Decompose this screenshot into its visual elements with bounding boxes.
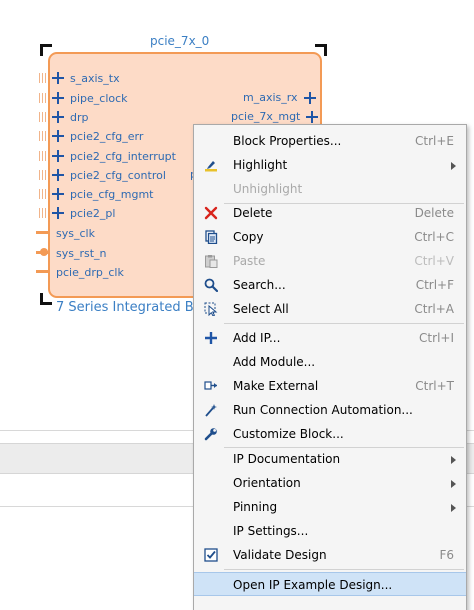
expand-plus-icon[interactable] (303, 91, 316, 104)
wrench-icon (204, 427, 218, 441)
interface-stub (39, 170, 47, 180)
submenu-arrow-icon (451, 162, 456, 170)
interface-port[interactable]: pcie2_cfg_control (52, 166, 166, 184)
search-icon (204, 278, 218, 292)
paste-icon (204, 254, 218, 268)
menu-item-customize-block[interactable]: Customize Block... (194, 422, 466, 446)
block-instance-name: pcie_7x_0 (150, 34, 210, 48)
expand-plus-icon[interactable] (52, 72, 64, 84)
menu-item-pinning[interactable]: Pinning (194, 495, 466, 519)
expand-plus-icon[interactable] (52, 169, 64, 181)
expand-plus-icon[interactable] (52, 92, 64, 104)
interface-port[interactable]: pipe_clock (52, 89, 128, 107)
interface-port[interactable]: pcie2_pl (52, 204, 115, 222)
submenu-arrow-icon (451, 504, 456, 512)
menu-item-search[interactable]: Search... Ctrl+F (194, 273, 466, 297)
interface-port[interactable]: pcie2_cfg_err (52, 127, 143, 145)
interface-stub (39, 151, 47, 161)
interface-stub (39, 93, 47, 103)
menu-item-select-all[interactable]: Select All Ctrl+A (194, 297, 466, 321)
menu-separator (224, 569, 464, 570)
make-external-icon (204, 379, 218, 393)
menu-item-copy[interactable]: Copy Ctrl+C (194, 225, 466, 249)
menu-item-orientation[interactable]: Orientation (194, 471, 466, 495)
pin-wire (36, 270, 48, 273)
menu-item-ip-documentation[interactable]: IP Documentation (194, 447, 466, 471)
interface-stub (39, 73, 47, 83)
block-description: 7 Series Integrated Block (56, 300, 194, 315)
pin-pcie-drp-clk[interactable]: pcie_drp_clk (56, 264, 124, 280)
select-all-icon (204, 302, 218, 316)
menu-separator (224, 323, 464, 324)
expand-plus-icon[interactable] (52, 111, 64, 123)
menu-item-paste[interactable]: Paste Ctrl+V (194, 249, 466, 273)
active-low-dot-icon (40, 248, 48, 256)
copy-icon (204, 230, 218, 244)
expand-plus-icon[interactable] (52, 130, 64, 142)
menu-item-add-module[interactable]: Add Module... (194, 350, 466, 374)
submenu-arrow-icon (451, 480, 456, 488)
expand-plus-icon[interactable] (52, 150, 64, 162)
menu-item-ip-settings[interactable]: IP Settings... (194, 519, 466, 543)
interface-port[interactable]: drp (52, 108, 89, 126)
pin-sys-rst-n[interactable]: sys_rst_n (56, 245, 107, 261)
menu-item-add-ip[interactable]: Add IP... Ctrl+I (194, 326, 466, 350)
interface-port[interactable]: s_axis_tx (52, 69, 120, 87)
expand-plus-icon[interactable] (306, 110, 319, 123)
context-menu: Block Properties... Ctrl+E Highlight Unh… (193, 124, 467, 610)
menu-item-run-connection-automation[interactable]: Run Connection Automation... (194, 398, 466, 422)
interface-port[interactable]: pcie2_cfg_interrupt (52, 147, 176, 165)
interface-port[interactable]: pcie_cfg_mgmt (52, 185, 153, 203)
interface-stub (39, 131, 47, 141)
menu-item-make-external[interactable]: Make External Ctrl+T (194, 374, 466, 398)
connection-automation-icon (204, 403, 218, 417)
interface-stub (39, 189, 47, 199)
interface-stub (39, 208, 47, 218)
interface-port[interactable]: pcie_7x_mgt (231, 110, 319, 123)
expand-plus-icon[interactable] (52, 207, 64, 219)
menu-item-unhighlight[interactable]: Unhighlight (194, 177, 466, 201)
interface-stub (39, 112, 47, 122)
menu-item-block-properties[interactable]: Block Properties... Ctrl+E (194, 129, 466, 153)
validate-icon (204, 548, 218, 562)
highlight-icon (204, 158, 218, 172)
interface-port[interactable]: m_axis_rx (243, 91, 316, 104)
pin-sys-clk[interactable]: sys_clk (56, 225, 95, 241)
menu-item-delete[interactable]: Delete Delete (194, 201, 466, 225)
delete-icon (204, 206, 218, 220)
pin-wire (36, 231, 48, 234)
menu-item-validate-design[interactable]: Validate Design F6 (194, 543, 466, 567)
add-icon (204, 331, 218, 345)
submenu-arrow-icon (451, 456, 456, 464)
menu-item-open-ip-example-design[interactable]: Open IP Example Design... (194, 572, 466, 596)
expand-plus-icon[interactable] (52, 188, 64, 200)
menu-item-highlight[interactable]: Highlight (194, 153, 466, 177)
